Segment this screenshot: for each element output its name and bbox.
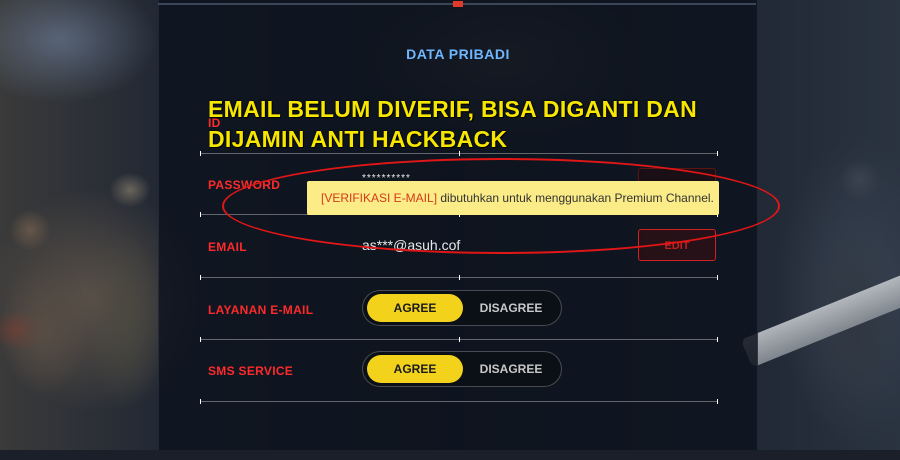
annotation-headline: EMAIL BELUM DIVERIF, BISA DIGANTI DAN DI… bbox=[208, 94, 728, 154]
panel-top-marker bbox=[453, 1, 463, 7]
email-service-label: LAYANAN E-MAIL bbox=[208, 303, 314, 317]
email-service-agree-option[interactable]: AGREE bbox=[367, 294, 463, 322]
divider-tick bbox=[459, 275, 460, 280]
highlight-ellipse bbox=[222, 158, 780, 254]
row-divider bbox=[200, 399, 718, 404]
sms-service-agree-option[interactable]: AGREE bbox=[367, 355, 463, 383]
email-service-disagree-option[interactable]: DISAGREE bbox=[463, 294, 559, 322]
email-service-toggle: AGREE DISAGREE bbox=[362, 290, 562, 326]
annotation-line-2: DIJAMIN ANTI HACKBACK bbox=[208, 126, 508, 152]
email-label: EMAIL bbox=[208, 240, 247, 254]
divider-tick bbox=[459, 337, 460, 342]
panel-title: DATA PRIBADI bbox=[406, 46, 510, 62]
annotation-line-1: EMAIL BELUM DIVERIF, BISA DIGANTI DAN bbox=[208, 96, 698, 122]
sms-service-disagree-option[interactable]: DISAGREE bbox=[463, 355, 559, 383]
sms-service-label: SMS SERVICE bbox=[208, 364, 294, 378]
sms-service-toggle: AGREE DISAGREE bbox=[362, 351, 562, 387]
